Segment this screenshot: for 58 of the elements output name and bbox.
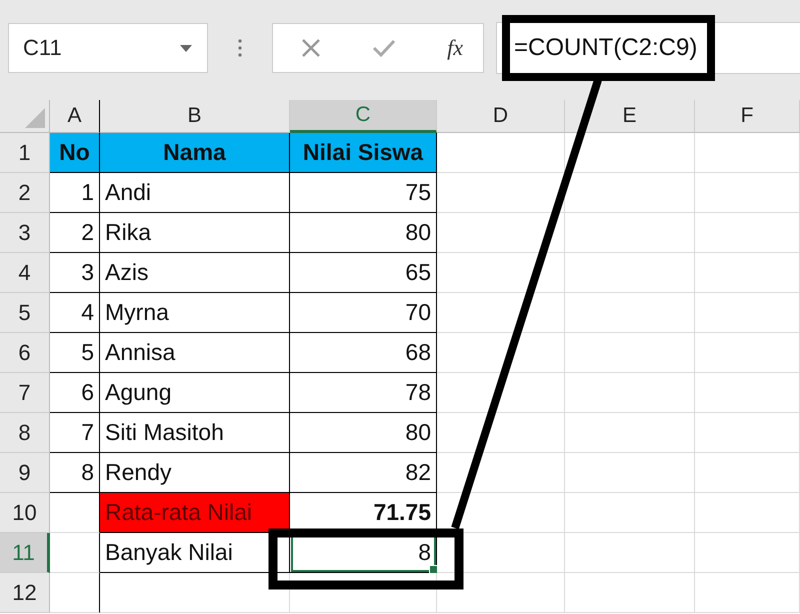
- number-cell: 65: [290, 253, 437, 293]
- number-cell: 4: [50, 293, 100, 333]
- text-cell: Andi: [100, 173, 290, 213]
- column-header[interactable]: C: [290, 100, 437, 133]
- number-cell: 2: [50, 213, 100, 253]
- dropdown-caret-icon: [179, 44, 193, 52]
- text-cell: Annisa: [100, 333, 290, 373]
- number-cell: 68: [290, 333, 437, 373]
- column-heading-cell: Nilai Siswa: [290, 133, 437, 173]
- corner-triangle-icon: [25, 108, 45, 128]
- row-header[interactable]: 6: [0, 333, 50, 373]
- column-header[interactable]: F: [695, 100, 800, 133]
- row-header[interactable]: 3: [0, 213, 50, 253]
- number-cell: 3: [50, 253, 100, 293]
- row-header[interactable]: 5: [0, 293, 50, 333]
- more-options-icon[interactable]: [238, 38, 242, 58]
- row-header[interactable]: 4: [0, 253, 50, 293]
- text-cell: Siti Masitoh: [100, 413, 290, 453]
- insert-function-button[interactable]: fx: [447, 35, 463, 61]
- column-header[interactable]: B: [100, 100, 290, 133]
- name-box[interactable]: C11: [8, 23, 208, 73]
- row-header[interactable]: 1: [0, 133, 50, 173]
- number-cell: 78: [290, 373, 437, 413]
- row-header[interactable]: 11: [0, 533, 50, 573]
- number-cell: 70: [290, 293, 437, 333]
- column-header[interactable]: D: [437, 100, 565, 133]
- number-cell: 8: [50, 453, 100, 493]
- row-header[interactable]: 8: [0, 413, 50, 453]
- column-header[interactable]: A: [50, 100, 100, 133]
- number-cell: 82: [290, 453, 437, 493]
- row-header[interactable]: 10: [0, 493, 50, 533]
- text-cell: Banyak Nilai: [100, 533, 290, 573]
- formula-field[interactable]: =COUNT(C2:C9): [502, 15, 716, 81]
- number-cell: 7: [50, 413, 100, 453]
- highlighted-cell: Rata-rata Nilai: [100, 493, 290, 533]
- text-cell: Azis: [100, 253, 290, 293]
- number-cell: 75: [290, 173, 437, 213]
- total-cell: 71.75: [290, 493, 437, 533]
- check-icon[interactable]: [372, 38, 396, 58]
- number-cell: 80: [290, 213, 437, 253]
- row-header[interactable]: 9: [0, 453, 50, 493]
- text-cell: Agung: [100, 373, 290, 413]
- column-header[interactable]: E: [565, 100, 695, 133]
- row-header[interactable]: 2: [0, 173, 50, 213]
- number-cell: 6: [50, 373, 100, 413]
- select-all-button[interactable]: [0, 100, 50, 133]
- column-heading-cell: No: [50, 133, 100, 173]
- number-cell: 80: [290, 413, 437, 453]
- fill-handle[interactable]: [429, 565, 438, 574]
- cancel-icon[interactable]: [301, 38, 321, 58]
- number-cell: 8: [290, 533, 437, 573]
- column-heading-cell: Nama: [100, 133, 290, 173]
- row-header[interactable]: 12: [0, 573, 50, 613]
- row-header[interactable]: 7: [0, 373, 50, 413]
- text-cell: Myrna: [100, 293, 290, 333]
- text-cell: Rika: [100, 213, 290, 253]
- number-cell: 1: [50, 173, 100, 213]
- number-cell: 5: [50, 333, 100, 373]
